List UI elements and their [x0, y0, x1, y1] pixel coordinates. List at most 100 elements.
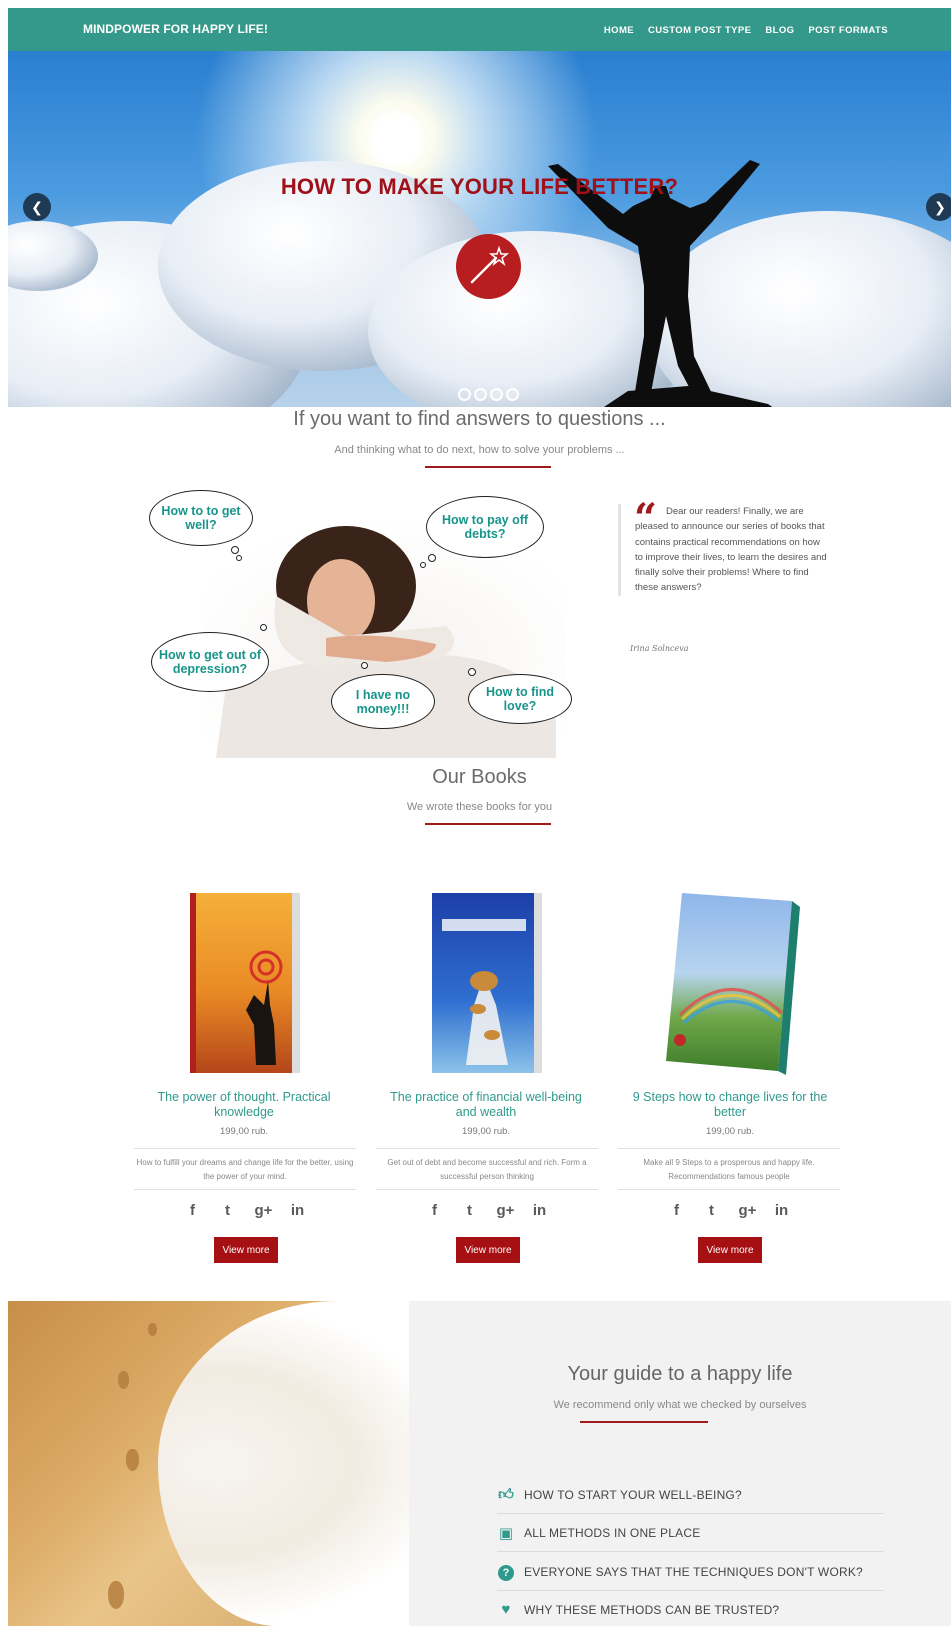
page: MINDPOWER FOR HAPPY LIFE! HOME CUSTOM PO… [8, 8, 951, 1626]
thought-dot [231, 546, 239, 554]
intro-subtitle: And thinking what to do next, how to sol… [334, 444, 625, 456]
facebook-icon[interactable]: f [427, 1202, 443, 1219]
footprint [108, 1581, 124, 1609]
section-divider [425, 823, 551, 825]
thought-dot [420, 562, 426, 568]
intro-title: If you want to find answers to questions… [293, 408, 666, 430]
main-nav: HOME CUSTOM POST TYPE BLOG POST FORMATS [604, 25, 888, 36]
divider [618, 1189, 840, 1190]
heart-icon: ♥ [501, 1601, 511, 1618]
quote-icon: “ [634, 495, 658, 542]
social-share: f t g+ in [376, 1202, 598, 1219]
slider-dot[interactable] [490, 388, 503, 401]
thought-dot [236, 555, 242, 561]
divider [618, 1148, 840, 1149]
book-cover-image-2 [432, 893, 542, 1073]
view-more-button[interactable]: View more [698, 1237, 762, 1263]
footprint [148, 1323, 157, 1336]
hero-slider: HOW TO MAKE YOUR LIFE BETTER? ❮ ❯ [8, 51, 951, 407]
slider-dots [458, 388, 519, 401]
book-cover[interactable] [426, 885, 544, 1078]
section-divider [580, 1421, 708, 1423]
faq-label: HOW TO START YOUR WELL-BEING? [524, 1487, 742, 1502]
nav-custom-post-type[interactable]: CUSTOM POST TYPE [648, 25, 751, 36]
book-price: 199,00 rub. [705, 1126, 755, 1137]
slider-dot[interactable] [474, 388, 487, 401]
guide-title: Your guide to a happy life [567, 1363, 793, 1385]
view-more-button[interactable]: View more [456, 1237, 520, 1263]
beach-footprints-image [8, 1301, 409, 1626]
book-price: 199,00 rub. [219, 1126, 269, 1137]
divider [376, 1189, 598, 1190]
twitter-icon[interactable]: t [220, 1202, 236, 1219]
faq-item[interactable]: ▣ ALL METHODS IN ONE PLACE [497, 1514, 884, 1552]
slider-dot[interactable] [506, 388, 519, 401]
thought-dot [361, 662, 368, 669]
book-title[interactable]: 9 Steps how to change lives for the bett… [630, 1090, 830, 1119]
site-brand[interactable]: MINDPOWER FOR HAPPY LIFE! [83, 22, 268, 36]
faq-label: EVERYONE SAYS THAT THE TECHNIQUES DON'T … [524, 1564, 863, 1579]
google-plus-icon[interactable]: g+ [497, 1202, 515, 1219]
book-title[interactable]: The power of thought. Practical knowledg… [144, 1090, 344, 1119]
thought-dot [468, 668, 476, 676]
book-price: 199,00 rub. [461, 1126, 511, 1137]
nav-home[interactable]: HOME [604, 25, 634, 36]
divider [134, 1148, 356, 1149]
magic-wand-icon [470, 245, 510, 284]
quote-author: Irina Solnceva [630, 644, 689, 653]
faq-item[interactable]: ? EVERYONE SAYS THAT THE TECHNIQUES DON'… [497, 1553, 884, 1591]
book-description: Get out of debt and become successful an… [387, 1158, 587, 1181]
gift-icon: ▣ [498, 1524, 514, 1542]
divider [134, 1189, 356, 1190]
faq-label: ALL METHODS IN ONE PLACE [524, 1525, 701, 1540]
book-cover-image-1 [190, 893, 300, 1073]
nav-post-formats[interactable]: POST FORMATS [808, 25, 888, 36]
book-cover-image-3 [666, 893, 800, 1075]
divider [376, 1148, 598, 1149]
top-navbar: MINDPOWER FOR HAPPY LIFE! HOME CUSTOM PO… [8, 8, 951, 51]
thought-bubble: How to find love? [468, 674, 572, 724]
book-description: Make all 9 Steps to a prosperous and hap… [643, 1158, 815, 1181]
thought-bubble: How to to get well? [149, 490, 253, 546]
thought-bubble: How to pay off debts? [426, 496, 544, 558]
chevron-left-icon: ❮ [31, 198, 43, 215]
nav-blog[interactable]: BLOG [765, 25, 794, 36]
footprint [118, 1371, 129, 1389]
view-more-button[interactable]: View more [214, 1237, 278, 1263]
linkedin-icon[interactable]: in [774, 1202, 790, 1219]
quote-text: Dear our readers! Finally, we are please… [635, 506, 827, 594]
thought-dot [428, 554, 436, 562]
question-circle-icon: ? [497, 1563, 515, 1581]
book-cover[interactable] [660, 885, 804, 1078]
linkedin-icon[interactable]: in [532, 1202, 548, 1219]
slider-dot[interactable] [458, 388, 471, 401]
thumbs-up-icon: 👍︎ [498, 1485, 514, 1503]
book-title[interactable]: The practice of financial well-being and… [386, 1090, 586, 1119]
social-share: f t g+ in [618, 1202, 840, 1219]
google-plus-icon[interactable]: g+ [255, 1202, 273, 1219]
book-cover[interactable] [184, 885, 302, 1078]
linkedin-icon[interactable]: in [290, 1202, 306, 1219]
hero-title: HOW TO MAKE YOUR LIFE BETTER? [280, 174, 679, 199]
magic-wand-button[interactable] [456, 234, 521, 299]
facebook-icon[interactable]: f [185, 1202, 201, 1219]
faq-label: WHY THESE METHODS CAN BE TRUSTED? [524, 1602, 780, 1617]
twitter-icon[interactable]: t [462, 1202, 478, 1219]
chevron-right-icon: ❯ [934, 198, 946, 215]
twitter-icon[interactable]: t [704, 1202, 720, 1219]
slider-next-button[interactable]: ❯ [926, 193, 951, 221]
social-share: f t g+ in [134, 1202, 356, 1219]
slider-prev-button[interactable]: ❮ [23, 193, 51, 221]
thought-bubble: I have no money!!! [331, 674, 435, 729]
thought-bubble: How to get out of depression? [151, 632, 269, 692]
facebook-icon[interactable]: f [669, 1202, 685, 1219]
intro-illustration: How to to get well? How to pay off debts… [136, 490, 586, 758]
guide-subtitle: We recommend only what we checked by our… [553, 1399, 807, 1411]
faq-item[interactable]: ♥ WHY THESE METHODS CAN BE TRUSTED? [497, 1591, 884, 1626]
section-divider [425, 466, 551, 468]
faq-item[interactable]: 👍︎ HOW TO START YOUR WELL-BEING? [497, 1476, 884, 1514]
thought-dot [260, 624, 267, 631]
testimonial-quote: “ Dear our readers! Finally, we are plea… [618, 495, 830, 596]
google-plus-icon[interactable]: g+ [739, 1202, 757, 1219]
books-subtitle: We wrote these books for you [406, 801, 553, 813]
